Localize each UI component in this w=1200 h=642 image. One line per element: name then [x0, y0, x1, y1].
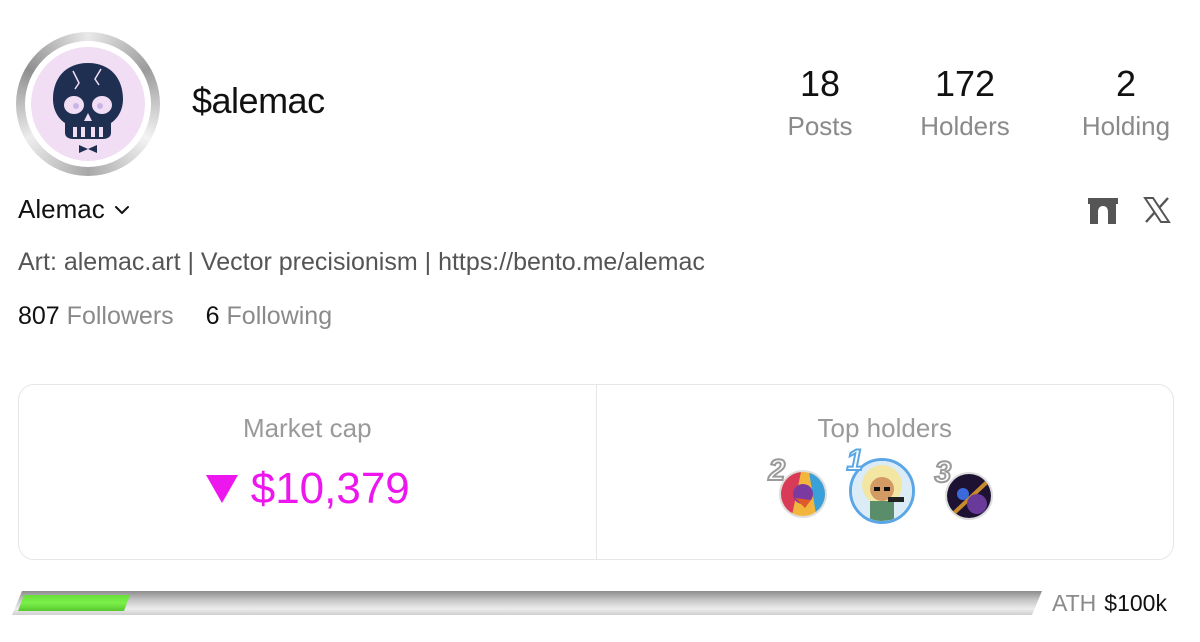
ath-progress-bar: [12, 591, 1042, 615]
following-link[interactable]: 6 Following: [206, 302, 332, 331]
display-name: Alemac: [18, 194, 105, 224]
stat-holders[interactable]: 172 Holders: [905, 62, 1025, 143]
ath-value: $100k: [1104, 590, 1167, 616]
holder-rank-2: 2: [768, 453, 787, 488]
holders-count: 172: [934, 63, 996, 104]
holding-count: 2: [1115, 63, 1137, 104]
followers-link[interactable]: 807 Followers: [18, 302, 174, 331]
skull-avatar-icon: [31, 47, 145, 161]
holders-label: Holders: [920, 111, 1010, 141]
holder-avatar-3[interactable]: [944, 472, 993, 520]
holder-avatar-2[interactable]: [778, 470, 827, 518]
x-icon[interactable]: [1142, 195, 1172, 225]
follow-counts: 807 Followers 6 Following: [18, 302, 332, 331]
market-cap-cell[interactable]: Market cap $10,379: [19, 385, 596, 559]
top-holders-cell[interactable]: Top holders 2 1 3: [595, 385, 1174, 559]
avatar-frame: [25, 41, 151, 167]
profile-bio: Art: alemac.art | Vector precisionism | …: [18, 248, 705, 276]
social-links: [1086, 194, 1172, 226]
following-label: Following: [226, 302, 333, 330]
progress-fill: [18, 595, 130, 611]
followers-count: 807: [18, 302, 60, 330]
arch-icon[interactable]: [1086, 194, 1120, 226]
holding-label: Holding: [1081, 111, 1171, 141]
top-holders-avatars: 2 1 3: [597, 443, 1174, 554]
holder-rank-3: 3: [934, 455, 953, 490]
progress-track: [12, 591, 1042, 615]
market-card: Market cap $10,379 Top holders 2 1 3: [18, 384, 1174, 560]
profile-handle: $alemac: [192, 80, 325, 121]
display-name-dropdown[interactable]: Alemac: [18, 194, 131, 225]
posts-label: Posts: [787, 111, 853, 141]
profile-avatar[interactable]: [16, 32, 160, 176]
stat-holding[interactable]: 2 Holding: [1070, 62, 1182, 143]
market-cap-value: $10,379: [250, 464, 410, 513]
top-holders-label: Top holders: [817, 413, 952, 443]
following-count: 6: [205, 302, 220, 330]
chevron-down-icon: [114, 205, 129, 214]
posts-count: 18: [799, 63, 841, 104]
ath-readout: ATH $100k: [1052, 590, 1167, 617]
holder-rank-1: 1: [846, 443, 865, 478]
market-cap-label: Market cap: [242, 413, 372, 443]
ath-label: ATH: [1052, 590, 1097, 616]
stat-posts[interactable]: 18 Posts: [770, 62, 870, 143]
market-cap-value-row: $10,379: [19, 464, 596, 514]
down-triangle-icon: [205, 475, 238, 503]
followers-label: Followers: [66, 302, 174, 330]
